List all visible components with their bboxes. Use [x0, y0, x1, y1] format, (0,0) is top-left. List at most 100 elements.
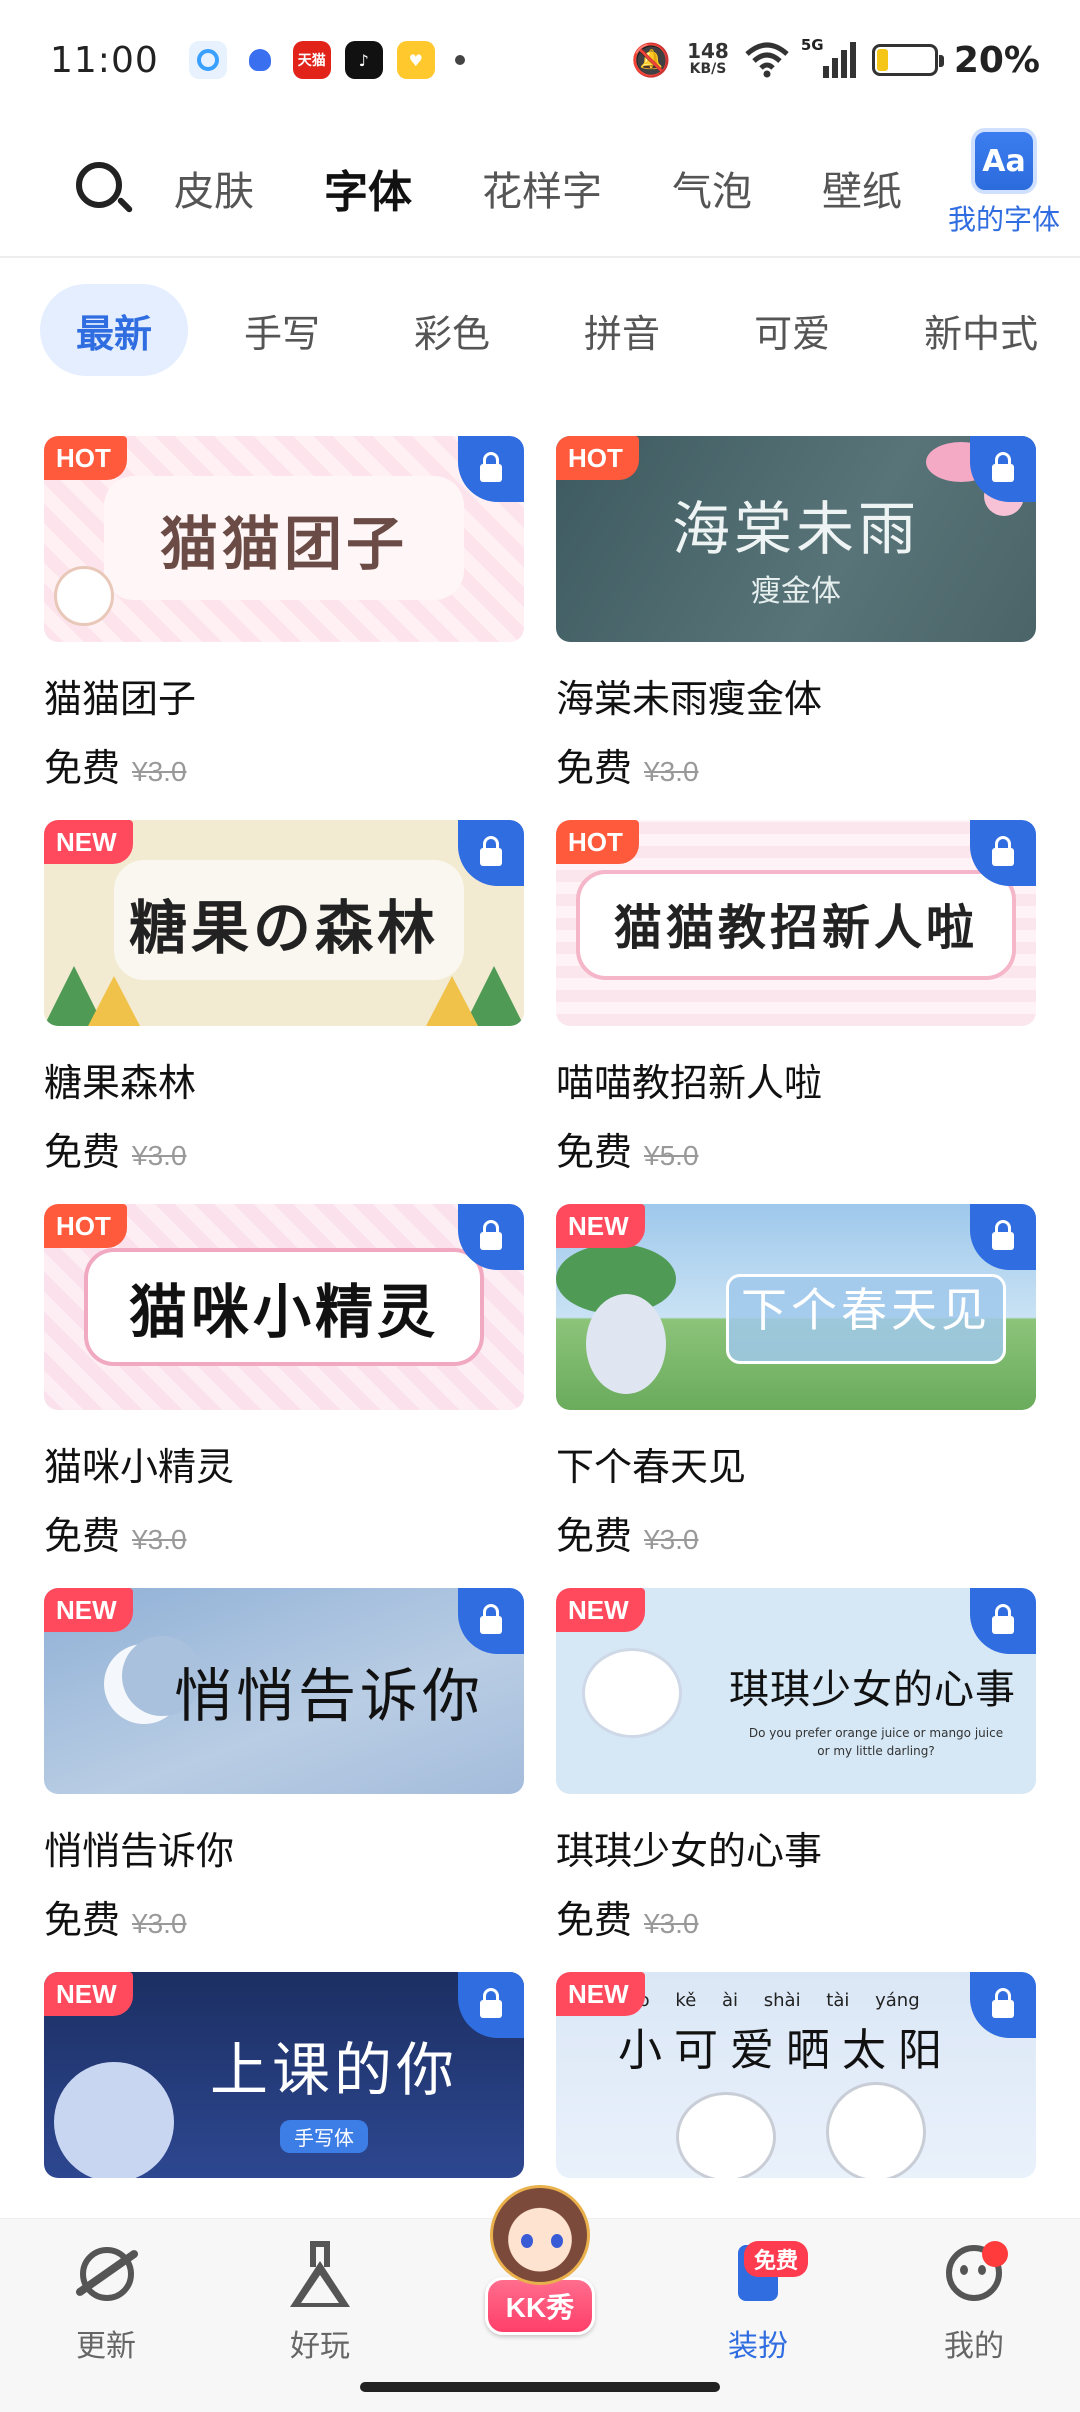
font-name: 悄悄告诉你 [44, 1829, 235, 1873]
network-type: 5G [800, 36, 824, 54]
top-tab-bar: 皮肤 字体 花样字 气泡 壁纸 Aa 我的字体 [0, 120, 1080, 258]
new-badge: NEW [44, 1972, 133, 2016]
chip-pinyin[interactable]: 拼音 [546, 284, 698, 376]
cellular-signal-icon: 5G [801, 36, 856, 78]
chip-new-chinese[interactable]: 新中式 [886, 284, 1076, 376]
original-price: ¥3.0 [132, 756, 187, 787]
preview-subtext: xiǎo kě ài shài tài yáng [612, 1990, 920, 2011]
status-time: 11:00 [50, 39, 159, 81]
cloud-app-icon [188, 41, 227, 79]
notification-dot [982, 2241, 1008, 2267]
kk-avatar-icon [490, 2185, 590, 2285]
font-price: 免费 ¥3.0 [556, 1889, 1036, 1944]
nav-fun[interactable]: 好玩 [250, 2239, 390, 2365]
font-preview[interactable]: 糖果の森林 NEW [44, 820, 524, 1026]
original-price: ¥3.0 [644, 756, 699, 787]
preview-subtext: 手写体 [280, 2120, 368, 2153]
chip-cute[interactable]: 可爱 [716, 284, 868, 376]
net-speed: 148 KB/S [687, 41, 729, 78]
tmall-app-icon: 天猫 [292, 41, 331, 79]
chip-latest[interactable]: 最新 [40, 284, 189, 376]
font-price: 免费 ¥3.0 [44, 1889, 524, 1944]
font-name: 喵喵教招新人啦 [556, 1061, 823, 1105]
font-price: 免费 ¥5.0 [556, 1121, 1036, 1176]
lock-icon [458, 1972, 524, 2038]
new-badge: NEW [44, 1588, 133, 1632]
tiktok-app-icon: ♪ [344, 41, 383, 79]
chip-colorful[interactable]: 彩色 [376, 284, 528, 376]
font-name: 下个春天见 [556, 1445, 747, 1489]
nav-update[interactable]: 更新 [36, 2239, 176, 2365]
hot-badge: HOT [556, 436, 639, 480]
font-price: 免费 ¥3.0 [556, 1505, 1036, 1560]
mute-icon: 🔕 [631, 41, 672, 79]
hot-badge: HOT [44, 436, 127, 480]
notification-app-icons: 天猫 ♪ ♥ [188, 41, 465, 79]
free-label: 免费 [44, 1514, 121, 1558]
free-label: 免费 [556, 1898, 633, 1942]
more-notifications-dot [454, 55, 465, 65]
font-name: 海棠未雨瘦金体 [556, 677, 823, 721]
font-card[interactable]: 琪琪少女的心事 Do you prefer orange juice or ma… [556, 1588, 1036, 1944]
kk-show-label: KK秀 [484, 2277, 596, 2335]
nav-fun-label: 好玩 [290, 2329, 350, 2364]
font-price: 免费 ¥3.0 [44, 1505, 524, 1560]
tab-fonts[interactable]: 字体 [324, 156, 412, 220]
preview-text: 小可爱晒太阳 [618, 2025, 954, 2076]
font-preview[interactable]: 悄悄告诉你 NEW [44, 1588, 524, 1794]
free-label: 免费 [44, 746, 121, 790]
preview-subtext: Do you prefer orange juice or mango juic… [748, 1726, 1004, 1758]
font-card[interactable]: 海棠未雨 瘦金体 HOT 海棠未雨瘦金体 免费 ¥3.0 [556, 436, 1036, 792]
nav-me[interactable]: 我的 [904, 2239, 1044, 2365]
battery-level-fill [876, 49, 889, 71]
font-card[interactable]: 上课的你 手写体 NEW [44, 1972, 524, 2178]
font-card[interactable]: 猫猫教招新人啦 HOT 喵喵教招新人啦 免费 ¥5.0 [556, 820, 1036, 1176]
tab-bubbles[interactable]: 气泡 [672, 159, 752, 217]
tab-wallpaper[interactable]: 壁纸 [822, 159, 902, 217]
font-card[interactable]: 猫猫团子 HOT 猫猫团子 免费 ¥3.0 [44, 436, 524, 792]
font-preview[interactable]: xiǎo kě ài shài tài yáng 小可爱晒太阳 NEW [556, 1972, 1036, 2178]
font-preview[interactable]: 下个春天见 NEW [556, 1204, 1036, 1410]
my-fonts-button[interactable]: Aa 我的字体 [944, 128, 1064, 238]
font-preview[interactable]: 猫咪小精灵 HOT [44, 1204, 524, 1410]
new-badge: NEW [44, 820, 133, 864]
tmall-app-label: 天猫 [297, 53, 326, 69]
font-preview[interactable]: 琪琪少女的心事 Do you prefer orange juice or ma… [556, 1588, 1036, 1794]
preview-text: 海棠未雨 [671, 495, 920, 563]
font-card[interactable]: 糖果の森林 NEW 糖果森林 免费 ¥3.0 [44, 820, 524, 1176]
preview-text: 琪琪少女的心事 [729, 1667, 1016, 1713]
nav-dress-up[interactable]: 免费 装扮 [688, 2239, 828, 2365]
category-chips: 最新 手写 彩色 拼音 可爱 新中式 [40, 282, 1080, 378]
font-preview[interactable]: 海棠未雨 瘦金体 HOT [556, 436, 1036, 642]
profile-icon [938, 2239, 1010, 2311]
font-card[interactable]: 悄悄告诉你 NEW 悄悄告诉你 免费 ¥3.0 [44, 1588, 524, 1944]
font-name: 琪琪少女的心事 [556, 1829, 823, 1873]
status-bar: 11:00 天猫 ♪ ♥ 🔕 148 KB/S 5G 20% [0, 0, 1080, 120]
nav-update-label: 更新 [76, 2329, 136, 2364]
nav-kk-show[interactable]: KK秀 [460, 2185, 620, 2355]
preview-text: 猫咪小精灵 [128, 1278, 439, 1346]
preview-text: 猫猫团子 [159, 510, 408, 578]
original-price: ¥3.0 [132, 1140, 187, 1171]
free-badge: 免费 [744, 2241, 809, 2277]
chip-handwriting[interactable]: 手写 [206, 284, 358, 376]
preview-text: 糖果の森林 [128, 894, 439, 962]
font-preview[interactable]: 猫猫教招新人啦 HOT [556, 820, 1036, 1026]
font-name: 糖果森林 [44, 1061, 197, 1105]
preview-subtext: 瘦金体 [751, 574, 841, 609]
font-name: 猫猫团子 [44, 677, 197, 721]
hot-badge: HOT [556, 820, 639, 864]
font-card[interactable]: xiǎo kě ài shài tài yáng 小可爱晒太阳 NEW [556, 1972, 1036, 2178]
nav-me-label: 我的 [944, 2329, 1004, 2364]
font-card[interactable]: 猫咪小精灵 HOT 猫咪小精灵 免费 ¥3.0 [44, 1204, 524, 1560]
free-label: 免费 [556, 1514, 633, 1558]
tab-fancy-text[interactable]: 花样字 [482, 159, 602, 217]
home-indicator[interactable] [360, 2382, 720, 2392]
font-preview[interactable]: 上课的你 手写体 NEW [44, 1972, 524, 2178]
lock-icon [458, 1588, 524, 1654]
search-icon[interactable] [72, 158, 134, 218]
tab-skin[interactable]: 皮肤 [174, 159, 254, 217]
new-badge: NEW [556, 1204, 645, 1248]
font-card[interactable]: 下个春天见 NEW 下个春天见 免费 ¥3.0 [556, 1204, 1036, 1560]
font-preview[interactable]: 猫猫团子 HOT [44, 436, 524, 642]
